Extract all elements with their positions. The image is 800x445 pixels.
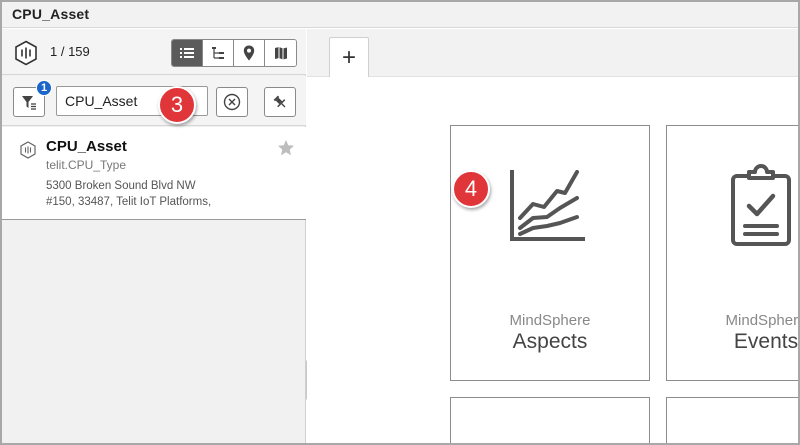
map-icon: [274, 47, 287, 60]
tile-bottom-right[interactable]: [666, 397, 798, 443]
step-callout-4: 4: [452, 170, 490, 208]
tile-bottom-left[interactable]: [450, 397, 650, 443]
tree-icon: [212, 47, 224, 59]
aspects-tile[interactable]: MindSphere Aspects: [450, 125, 650, 381]
chart-lines-icon: [510, 170, 585, 241]
title-bar: CPU_Asset: [2, 2, 798, 28]
view-mode-group: [171, 39, 297, 67]
list-view-button[interactable]: [172, 40, 203, 66]
clear-search-button[interactable]: [216, 87, 248, 117]
clear-circle-icon: [223, 93, 241, 111]
pin-icon: [273, 95, 286, 108]
asset-type: telit.CPU_Type: [46, 158, 127, 172]
step-callout-3: 3: [158, 86, 196, 124]
tab-bar: +: [307, 29, 798, 77]
location-pin-icon: [243, 45, 255, 61]
pin-button[interactable]: [264, 87, 296, 117]
app-window: CPU_Asset 1 / 159 1 CPU_Asset CPU_Asset …: [0, 0, 800, 445]
add-tab-button[interactable]: +: [329, 37, 369, 77]
tile-subtitle: MindSphere: [725, 312, 800, 329]
asset-address: 5300 Broken Sound Blvd NW #150, 33487, T…: [46, 178, 266, 210]
window-title: CPU_Asset: [12, 6, 90, 22]
asset-hexagon-icon: [15, 40, 37, 66]
browser-toolbar: 1 / 159: [2, 29, 306, 75]
asset-browser-pane: 1 / 159 1 CPU_Asset CPU_Asset telit.CPU_…: [2, 29, 306, 443]
filter-icon: [22, 96, 36, 110]
filter-count-badge: 1: [36, 80, 52, 96]
tile-title: Aspects: [512, 330, 588, 353]
asset-address-line2: #150, 33487, Telit IoT Platforms,: [46, 196, 212, 208]
tile-subtitle: MindSphere: [509, 312, 591, 329]
clipboard-check-icon: [731, 164, 791, 246]
asset-hexagon-icon: [20, 141, 36, 159]
asset-count: 1 / 159: [50, 44, 90, 59]
events-tile[interactable]: MindSphere Events: [666, 125, 800, 381]
map-view-button[interactable]: [265, 40, 296, 66]
filter-toolbar: 1: [2, 76, 306, 126]
tree-view-button[interactable]: [203, 40, 234, 66]
star-icon[interactable]: [277, 139, 295, 157]
tile-title: Events: [733, 330, 799, 353]
content-pane: + MindSphere Aspects MindSphere Events: [307, 29, 800, 443]
asset-address-line1: 5300 Broken Sound Blvd NW: [46, 180, 196, 192]
list-icon: [180, 48, 194, 58]
location-view-button[interactable]: [234, 40, 265, 66]
asset-list-item[interactable]: CPU_Asset telit.CPU_Type 5300 Broken Sou…: [2, 127, 306, 220]
asset-name: CPU_Asset: [46, 138, 127, 155]
